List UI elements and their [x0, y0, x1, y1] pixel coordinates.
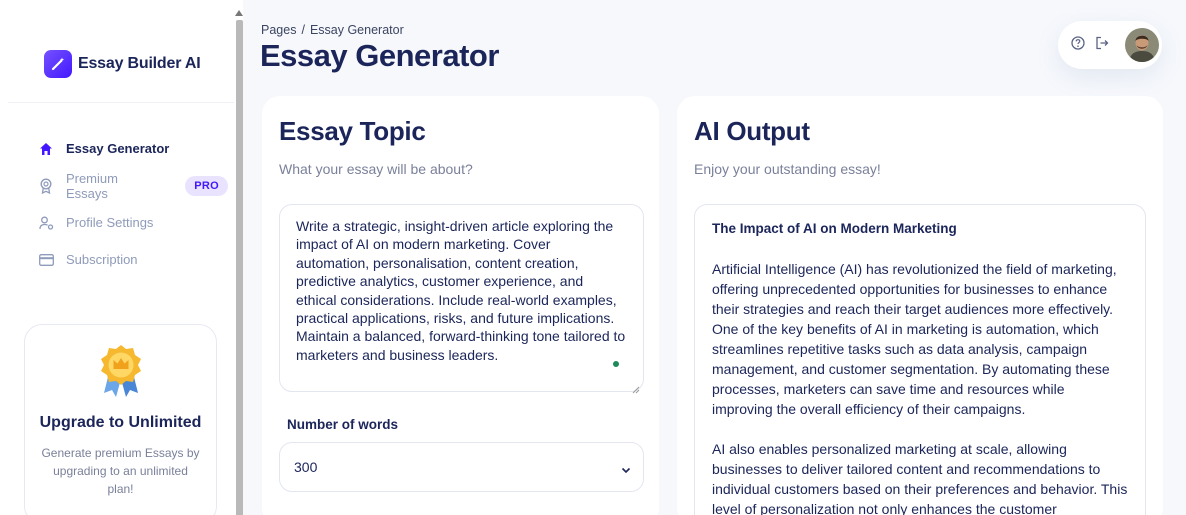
resize-grip-icon[interactable] [632, 380, 640, 394]
sidebar: Essay Builder AI Essay Generator Premium… [0, 0, 235, 515]
main-content: Pages / Essay Generator Essay Generator Es… [243, 0, 1186, 515]
card-subtitle: What your essay will be about? [279, 161, 473, 177]
breadcrumb-root[interactable]: Pages [261, 23, 296, 37]
sidebar-scrollbar[interactable] [236, 20, 243, 515]
sidebar-item-profile-settings[interactable]: Profile Settings [38, 204, 228, 241]
upgrade-title: Upgrade to Unlimited [39, 414, 202, 431]
sidebar-divider [8, 102, 234, 103]
sidebar-nav: Essay Generator Premium Essays PRO Profi… [38, 130, 228, 278]
essay-paragraph: AI also enables personalized marketing a… [712, 441, 1128, 515]
help-icon[interactable] [1071, 35, 1085, 55]
card-subtitle: Enjoy your outstanding essay! [694, 161, 881, 177]
header-actions [1058, 21, 1162, 69]
page-title: Essay Generator [260, 38, 499, 73]
magic-wand-icon [44, 50, 72, 78]
breadcrumb-current: Essay Generator [309, 23, 404, 37]
ai-output-box[interactable]: The Impact of AI on Modern Marketing Art… [694, 204, 1146, 515]
user-settings-icon [38, 215, 54, 231]
award-icon [38, 177, 54, 194]
brand[interactable]: Essay Builder AI [44, 50, 201, 78]
words-select-value: 300 [294, 459, 318, 475]
card-title: Essay Topic [279, 116, 426, 146]
status-dot-icon [613, 361, 619, 367]
scroll-up-arrow-icon[interactable] [235, 10, 243, 16]
sidebar-item-premium-essays[interactable]: Premium Essays PRO [38, 167, 228, 204]
home-icon [38, 141, 54, 157]
essay-paragraph: Artificial Intelligence (AI) has revolut… [712, 261, 1117, 417]
sidebar-item-subscription[interactable]: Subscription [38, 241, 228, 278]
essay-topic-text: Write a strategic, insight-driven articl… [296, 218, 626, 363]
words-label: Number of words [287, 417, 399, 432]
pro-badge: PRO [185, 175, 228, 196]
avatar[interactable] [1125, 28, 1159, 62]
upgrade-description: Generate premium Essays by upgrading to … [41, 446, 200, 496]
ai-output-card: AI Output Enjoy your outstanding essay! … [677, 96, 1163, 515]
credit-card-icon [38, 252, 54, 268]
sidebar-item-label: Essay Generator [66, 141, 170, 156]
essay-topic-card: Essay Topic What your essay will be abou… [262, 96, 659, 515]
essay-topic-textarea[interactable]: Write a strategic, insight-driven articl… [279, 204, 644, 394]
sidebar-item-label: Profile Settings [66, 215, 154, 230]
words-select[interactable]: 300 [279, 442, 644, 492]
medal-icon [99, 343, 143, 404]
upgrade-card: Upgrade to Unlimited Generate premium Es… [24, 324, 217, 515]
sidebar-item-essay-generator[interactable]: Essay Generator [38, 130, 228, 167]
breadcrumb: Pages / Essay Generator [261, 23, 404, 37]
essay-title: The Impact of AI on Modern Marketing [712, 221, 957, 236]
logout-icon[interactable] [1095, 36, 1109, 55]
brand-name: Essay Builder AI [78, 55, 201, 72]
chevron-down-icon [621, 461, 631, 477]
card-title: AI Output [694, 116, 810, 146]
sidebar-item-label: Premium Essays [65, 170, 118, 201]
breadcrumb-separator: / [301, 23, 305, 37]
sidebar-item-label: Subscription [66, 252, 138, 267]
